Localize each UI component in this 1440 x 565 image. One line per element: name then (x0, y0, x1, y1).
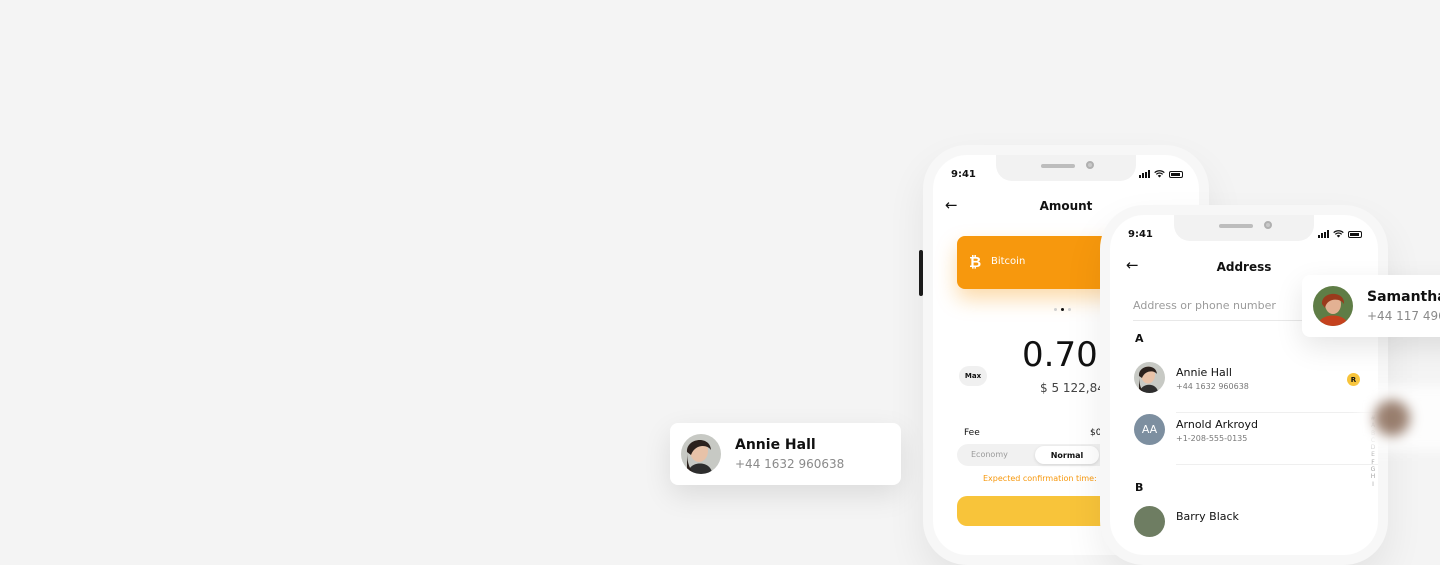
speed-normal[interactable]: Normal (1035, 446, 1099, 464)
alphabet-letter[interactable]: G (1368, 466, 1378, 473)
wifi-icon (1333, 230, 1344, 238)
alphabet-letter[interactable]: H (1368, 473, 1378, 480)
avatar-photo (681, 434, 721, 474)
bitcoin-icon: ₿ (969, 253, 982, 271)
contact-annie-hall[interactable]: Annie Hall +44 1632 960638 R (1134, 360, 1368, 400)
fee-label: Fee (964, 428, 980, 438)
avatar-photo (1313, 286, 1353, 326)
contact-barry-black[interactable]: Barry Black (1134, 504, 1368, 544)
confirmation-time-text: Expected confirmation time: (983, 474, 1097, 483)
address-phone: 9:41 ← Address Address or phone number A… (1100, 205, 1388, 565)
phone-notch (996, 155, 1136, 181)
speed-economy[interactable]: Economy (971, 450, 1008, 459)
phone-side-button (919, 250, 923, 296)
camera (1264, 221, 1272, 229)
phone-notch (1174, 215, 1314, 241)
carousel-dots (1054, 308, 1071, 311)
avatar (681, 434, 721, 474)
page-title: Address (1216, 260, 1272, 274)
alphabet-letter[interactable]: I (1368, 481, 1378, 488)
usd-value: $ 5 122,84 (1040, 381, 1105, 395)
card-name: Samantha (1367, 289, 1440, 305)
alphabet-letter[interactable]: F (1368, 459, 1378, 466)
contact-card-samantha[interactable]: Samantha +44 117 496 0 (1302, 275, 1440, 337)
signal-icon (1139, 170, 1150, 178)
camera (1086, 161, 1094, 169)
card-name: Annie Hall (735, 437, 816, 453)
contact-badge: R (1347, 373, 1360, 386)
card-phone: +44 1632 960638 (735, 457, 845, 471)
speaker (1219, 224, 1253, 228)
address-screen: 9:41 ← Address Address or phone number A… (1110, 215, 1378, 555)
max-button[interactable]: Max (959, 366, 987, 386)
contact-arnold-arkroyd[interactable]: AA Arnold Arkroyd +1-208-555-0135 (1134, 412, 1368, 452)
avatar (1134, 362, 1165, 393)
avatar (1374, 400, 1410, 436)
speaker (1041, 164, 1075, 168)
avatar (1134, 506, 1165, 537)
avatar-initials: AA (1134, 414, 1165, 445)
avatar (1313, 286, 1353, 326)
avatar-photo (1134, 362, 1165, 393)
contact-name: Barry Black (1176, 510, 1239, 523)
contact-phone: +1-208-555-0135 (1176, 434, 1248, 443)
status-time: 9:41 (1128, 229, 1153, 240)
section-letter-b: B (1135, 481, 1144, 494)
battery-icon (1348, 230, 1362, 238)
list-divider (1176, 464, 1378, 465)
status-icons (1139, 170, 1183, 178)
blurred-contact-card (1360, 386, 1440, 450)
card-phone: +44 117 496 0 (1367, 309, 1440, 323)
status-time: 9:41 (951, 169, 976, 180)
battery-icon (1169, 170, 1183, 178)
wifi-icon (1154, 170, 1165, 178)
status-icons (1318, 230, 1362, 238)
contact-phone: +44 1632 960638 (1176, 382, 1249, 391)
section-letter-a: A (1135, 332, 1144, 345)
coin-name: Bitcoin (991, 256, 1026, 267)
signal-icon (1318, 230, 1329, 238)
alphabet-letter[interactable]: E (1368, 451, 1378, 458)
contact-name: Arnold Arkroyd (1176, 418, 1259, 431)
contact-name: Annie Hall (1176, 366, 1232, 379)
contact-card-annie[interactable]: Annie Hall +44 1632 960638 (670, 423, 901, 485)
